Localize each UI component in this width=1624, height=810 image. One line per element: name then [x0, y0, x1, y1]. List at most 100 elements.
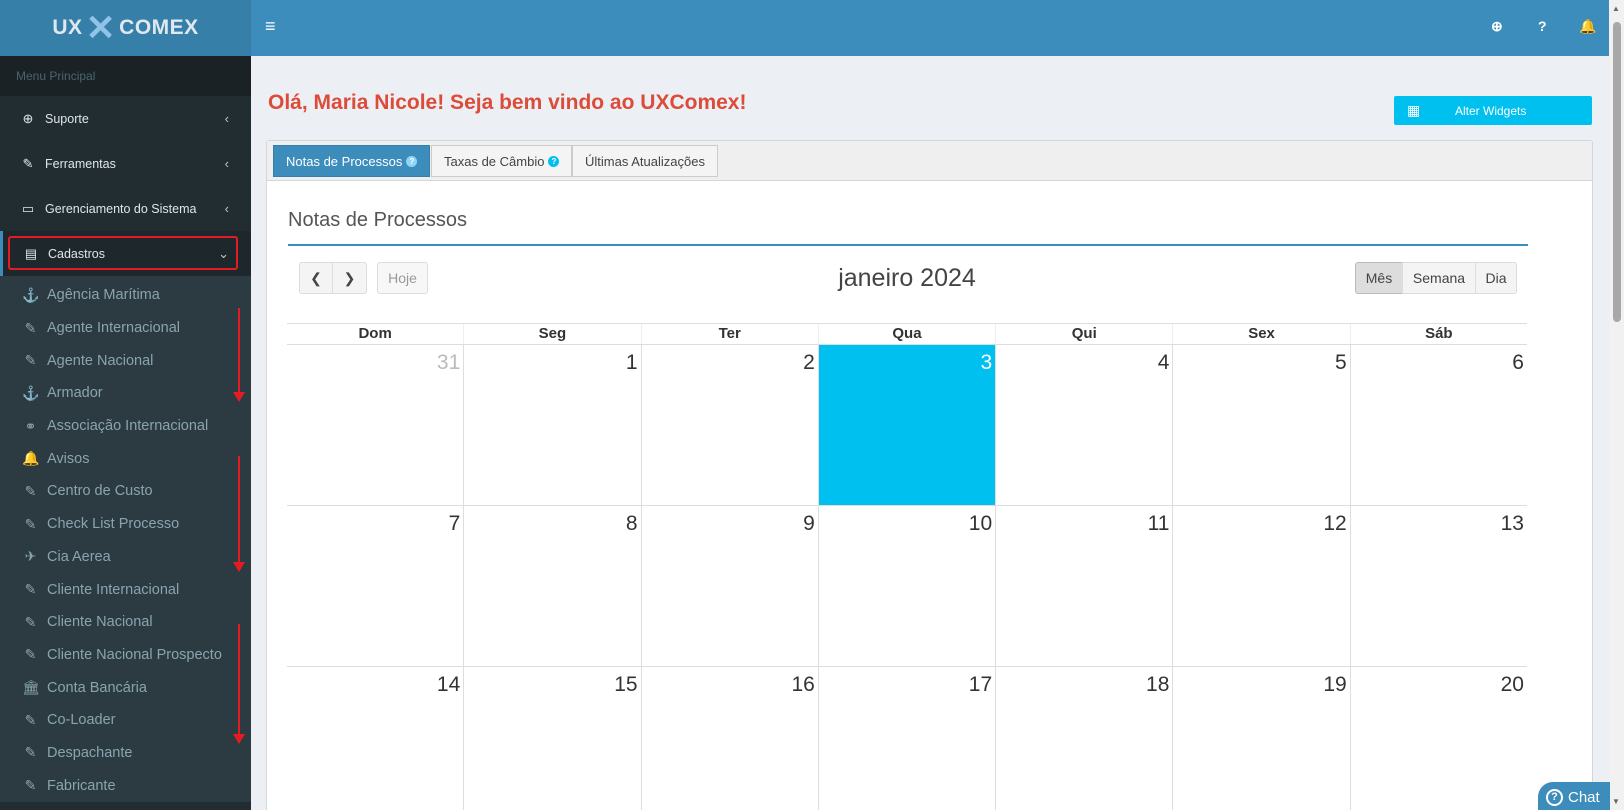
bell-icon: 🔔: [22, 450, 40, 467]
submenu-item-cliente-internacional[interactable]: ✎ Cliente Internacional: [0, 573, 251, 606]
submenu-label: Centro de Custo: [47, 483, 153, 500]
submenu-item-centro-de-custo[interactable]: ✎ Centro de Custo: [0, 475, 251, 508]
logo-text-left: UX: [52, 16, 83, 39]
day-number: 17: [968, 673, 993, 696]
weekday-label: Seg: [463, 324, 640, 344]
calendar-today-button[interactable]: Hoje: [377, 262, 428, 294]
calendar-day[interactable]: 14: [287, 667, 463, 810]
submenu-item-check-list-processo[interactable]: ✎ Check List Processo: [0, 508, 251, 541]
calendar-day[interactable]: 4: [995, 345, 1172, 505]
sidebar-item-cadastros[interactable]: ▤ Cadastros ⌄: [0, 231, 251, 276]
calendar-day[interactable]: 8: [463, 506, 640, 666]
scrollbar-thumb[interactable]: [1613, 22, 1621, 322]
calendar-day[interactable]: 18: [995, 667, 1172, 810]
edit-icon: ✎: [24, 613, 37, 630]
alter-widgets-button[interactable]: ▦ Alter Widgets: [1394, 96, 1592, 125]
chat-label: Chat: [1568, 788, 1600, 806]
calendar-day[interactable]: 1: [463, 345, 640, 505]
day-number: 7: [448, 512, 461, 535]
help-circle-icon: ?: [1546, 788, 1563, 806]
logo-text-right: COMEX: [119, 16, 199, 39]
sidebar-item-suporte[interactable]: ⊕ Suporte ‹: [0, 96, 251, 141]
sidebar-item-gerenciamento[interactable]: ▭ Gerenciamento do Sistema ‹: [0, 186, 251, 231]
edit-icon: ✎: [24, 581, 37, 598]
scroll-down-arrow-annotation: [233, 624, 245, 744]
edit-icon: ✎: [24, 744, 37, 761]
scroll-down-arrow-annotation: [233, 456, 245, 572]
edit-icon: ✎: [24, 482, 37, 499]
submenu-item-co-loader[interactable]: ✎ Co-Loader: [0, 704, 251, 737]
submenu-label: Cia Aerea: [47, 548, 111, 565]
sidebar-item-label: Ferramentas: [45, 156, 116, 171]
sidebar-item-label: Cadastros: [48, 246, 105, 261]
calendar-day[interactable]: 20: [1349, 667, 1527, 810]
cadastros-submenu: ⚓ Agência Marítima ✎ Agente Internacional …: [0, 276, 251, 802]
submenu-item-cliente-nacional[interactable]: ✎ Cliente Nacional: [0, 606, 251, 639]
submenu-label: Co-Loader: [47, 712, 116, 729]
calendar-day[interactable]: 5: [1172, 345, 1349, 505]
submenu-item-agente-internacional[interactable]: ✎ Agente Internacional: [0, 312, 251, 345]
calendar-next-button[interactable]: ❯: [332, 262, 367, 294]
submenu-item-despachante[interactable]: ✎ Despachante: [0, 737, 251, 770]
sidebar-item-ferramentas[interactable]: ✎ Ferramentas ‹: [0, 141, 251, 186]
calendar-day[interactable]: 9: [640, 506, 818, 666]
day-number: 14: [436, 673, 461, 696]
view-week-button[interactable]: Semana: [1402, 262, 1476, 294]
tab-ultimas-atualizacoes[interactable]: Últimas Atualizações: [572, 145, 718, 177]
calendar-prev-button[interactable]: ❮: [299, 262, 333, 294]
calendar-day[interactable]: 2: [640, 345, 818, 505]
scroll-down-icon[interactable]: ▼: [1612, 797, 1620, 806]
help-icon[interactable]: ?: [1538, 18, 1547, 34]
menu-header: Menu Principal: [0, 56, 251, 96]
month-calendar: Dom Seg Ter Qua Qui Sex Sáb 31 1 2 3 4 5…: [287, 323, 1527, 810]
calendar-day-today[interactable]: 3: [817, 345, 996, 505]
submenu-item-fabricante[interactable]: ✎ Fabricante: [0, 769, 251, 802]
chevron-left-icon: ‹: [224, 156, 229, 171]
chat-button[interactable]: ? Chat: [1538, 782, 1610, 810]
submenu-item-agente-nacional[interactable]: ✎ Agente Nacional: [0, 344, 251, 377]
scroll-up-icon[interactable]: ▲: [1612, 4, 1620, 13]
submenu-item-associacao-internacional[interactable]: ⚭ Associação Internacional: [0, 410, 251, 443]
submenu-item-armador[interactable]: ⚓ Armador: [0, 377, 251, 410]
view-day-button[interactable]: Dia: [1475, 262, 1517, 294]
menu-toggle-icon[interactable]: ≡: [265, 16, 276, 37]
edit-icon: ✎: [24, 646, 37, 663]
calendar-day[interactable]: 17: [817, 667, 995, 810]
submenu-item-agencia-maritima[interactable]: ⚓ Agência Marítima: [0, 279, 251, 312]
calendar-day[interactable]: 7: [287, 506, 463, 666]
calendar-day[interactable]: 16: [640, 667, 818, 810]
calendar-day[interactable]: 11: [995, 506, 1172, 666]
calendar-day[interactable]: 19: [1172, 667, 1349, 810]
calendar-day[interactable]: 12: [1172, 506, 1349, 666]
tab-notas-de-processos[interactable]: Notas de Processos ?: [273, 145, 431, 177]
app-logo[interactable]: UX ✕ COMEX: [0, 0, 251, 56]
calendar-week: 14 15 16 17 18 19 20: [287, 667, 1527, 810]
submenu-label: Avisos: [47, 450, 90, 467]
calendar-toolbar: ❮ ❯ Hoje janeiro 2024 Mês Semana Dia: [299, 261, 1517, 295]
tab-taxas-de-cambio[interactable]: Taxas de Câmbio ?: [431, 145, 573, 177]
help-circle-icon: ?: [406, 155, 418, 167]
day-number: 2: [803, 351, 815, 374]
edit-icon: ✎: [24, 711, 37, 728]
calendar-day[interactable]: 6: [1349, 345, 1527, 505]
support-icon[interactable]: ⊕: [1491, 18, 1503, 35]
submenu-item-cia-aerea[interactable]: ✈ Cia Aerea: [0, 541, 251, 574]
chevron-left-icon: ❮: [310, 269, 322, 286]
tab-label: Últimas Atualizações: [585, 153, 705, 169]
submenu-item-conta-bancaria[interactable]: 🏛 Conta Bancária: [0, 671, 251, 704]
bell-icon[interactable]: 🔔: [1579, 18, 1596, 35]
anchor-icon: ⚓: [22, 286, 40, 303]
submenu-item-avisos[interactable]: 🔔 Avisos: [0, 442, 251, 475]
submenu-item-cliente-nacional-prospecto[interactable]: ✎ Cliente Nacional Prospecto: [0, 639, 251, 672]
page-scrollbar[interactable]: ▲ ▼: [1609, 0, 1624, 810]
sidebar: UX ✕ COMEX Menu Principal ⊕ Suporte ‹ ✎ …: [0, 0, 251, 810]
wrench-icon: ✎: [22, 155, 34, 171]
view-month-button[interactable]: Mês: [1355, 262, 1403, 294]
logo-x-icon: ✕: [85, 7, 117, 48]
calendar-title: janeiro 2024: [838, 264, 976, 292]
calendar-day[interactable]: 10: [817, 506, 995, 666]
calendar-day[interactable]: 15: [463, 667, 640, 810]
calendar-day[interactable]: 31: [287, 345, 463, 505]
calendar-day[interactable]: 13: [1349, 506, 1527, 666]
weekday-label: Sex: [1172, 324, 1349, 344]
